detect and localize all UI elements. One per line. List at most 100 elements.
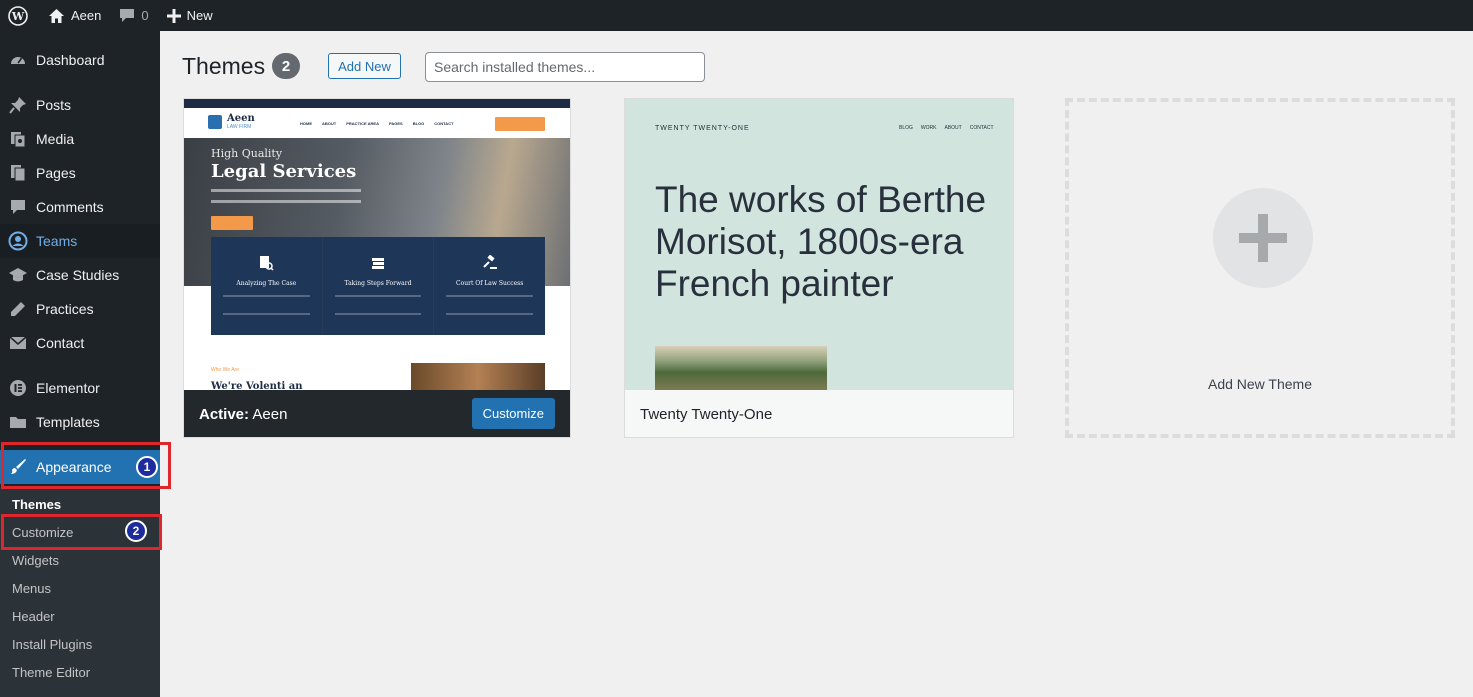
wordpress-logo-icon[interactable]: W [0,0,39,31]
preview-nav-link: BLOG [899,125,913,131]
sidebar-item-case-studies[interactable]: Case Studies [0,258,160,292]
add-new-theme-label: Add New Theme [1207,376,1312,392]
books-icon [372,258,384,269]
theme-card-twenty-twenty-one[interactable]: TWENTY TWENTY-ONE BLOG WORK ABOUT CONTAC… [624,98,1014,438]
preview-nav-link: WORK [920,125,937,131]
preview-service-text-lines [223,295,310,315]
preview-hero-text-lines [211,189,361,203]
new-label: New [186,8,213,23]
preview-nav: Aeen LAW FIRM HOME ABOUT PRACTICE AREA P… [184,108,570,138]
preview-logo-title: Aeen [227,113,255,124]
preview-service-boxes: Analyzing The Case Taking Steps Forward … [211,237,546,335]
graduation-cap-icon [0,266,36,284]
sidebar-item-contact[interactable]: Contact [0,326,160,360]
preview-service-title: Court Of Law Success [456,280,524,287]
sidebar-item-teams[interactable]: Teams [0,224,160,258]
theme-footer-aeen: Active: Aeen Customize [184,390,570,437]
add-new-button[interactable]: Add New [328,53,401,79]
sidebar-item-label: Contact [36,335,85,351]
theme-name-twenty-twenty-one: Twenty Twenty-One [640,406,773,423]
preview-nav-link: BLOG [412,121,425,126]
customize-button[interactable]: Customize [471,398,555,429]
preview-who-we-are: Who We Are [211,367,239,373]
site-name: Aeen [71,8,102,23]
preview-hero-big: Legal Services [211,161,357,182]
plus-icon [166,8,181,23]
elementor-icon [0,379,36,397]
comments-link[interactable]: 0 [110,0,157,31]
preview-we-are: We're Volenti an [211,381,303,390]
sidebar-item-comments[interactable]: Comments [0,190,160,224]
preview-service-text-lines [334,295,422,315]
sidebar-item-posts[interactable]: Posts [0,88,160,122]
submenu-item-widgets[interactable]: Widgets [12,547,59,575]
preview-headline: The works of Berthe Morisot, 1800s-era F… [655,179,987,304]
home-icon [48,8,65,24]
admin-bar: W Aeen 0 New [0,0,1473,31]
sidebar-item-dashboard[interactable]: Dashboard [0,43,160,77]
pushpin-icon [0,96,36,114]
step-badge-1: 1 [136,456,158,478]
theme-name-aeen: Active: Aeen [184,406,287,423]
sidebar-item-label: Elementor [36,380,100,396]
sidebar-item-label: Comments [36,199,104,215]
theme-count-badge: 2 [272,53,300,79]
theme-card-aeen[interactable]: Aeen LAW FIRM HOME ABOUT PRACTICE AREA P… [183,98,571,438]
new-content-link[interactable]: New [158,0,222,31]
active-prefix: Active: [199,406,250,423]
preview-service-box: Court Of Law Success [434,237,546,335]
preview-service-box: Analyzing The Case [211,237,322,335]
document-search-icon [260,256,274,271]
submenu-item-theme-editor[interactable]: Theme Editor [12,659,90,687]
preview-service-title: Taking Steps Forward [344,280,412,287]
preview-service-box: Taking Steps Forward [322,237,434,335]
pages-icon [0,164,36,182]
folder-icon [0,414,36,430]
sidebar-item-label: Templates [36,414,100,430]
sidebar-item-label: Pages [36,165,76,181]
logo-mark-icon [208,115,222,129]
sidebar-item-media[interactable]: Media [0,122,160,156]
theme-name-text: Aeen [252,406,288,423]
comment-bubble-icon [119,8,135,23]
preview-nav-links: HOME ABOUT PRACTICE AREA PAGES BLOG CONT… [300,121,454,126]
preview-nav-links: BLOG WORK ABOUT CONTACT [899,125,994,131]
admin-sidebar: Dashboard Posts Media Pages Comments Tea… [0,31,160,697]
submenu-item-menus[interactable]: Menus [12,575,51,603]
page-title: Themes [182,53,266,79]
preview-nav-link: PAGES [388,121,403,126]
preview-cta-button [495,117,545,131]
preview-nav-link: CONTACT [969,125,994,131]
add-theme-plus-icon [1213,188,1313,288]
preview-hero-button [211,216,253,230]
preview-hero-small: High Quality [211,147,283,160]
sidebar-item-label: Practices [36,301,94,317]
envelope-icon [0,335,36,351]
preview-nav-link: ABOUT [322,121,337,126]
submenu-item-install-plugins[interactable]: Install Plugins [12,631,92,659]
comments-count: 0 [141,8,149,23]
sidebar-item-label: Dashboard [36,52,105,68]
dashboard-icon [0,51,36,69]
sidebar-item-pages[interactable]: Pages [0,156,160,190]
add-new-theme-tile[interactable]: Add New Theme [1065,98,1455,438]
preview-service-title: Analyzing The Case [236,280,297,287]
theme-screenshot-twenty-twenty-one[interactable]: TWENTY TWENTY-ONE BLOG WORK ABOUT CONTAC… [625,99,1013,390]
sidebar-item-templates[interactable]: Templates [0,405,160,439]
sidebar-item-elementor[interactable]: Elementor [0,371,160,405]
theme-screenshot-aeen[interactable]: Aeen LAW FIRM HOME ABOUT PRACTICE AREA P… [184,99,570,390]
sidebar-item-label: Posts [36,97,72,113]
preview-painting-image [655,346,827,390]
step-badge-2: 2 [125,520,147,542]
sidebar-item-label: Media [36,131,75,147]
preview-nav-link: ABOUT [944,125,962,131]
submenu-item-header[interactable]: Header [12,603,55,631]
sidebar-item-practices[interactable]: Practices [0,292,160,326]
site-name-link[interactable]: Aeen [39,0,110,31]
search-themes-input[interactable] [425,52,705,82]
preview-person-photo [411,363,545,390]
preview-nav-link: CONTACT [434,121,454,126]
media-icon [0,130,36,148]
preview-logo: Aeen LAW FIRM [208,114,255,130]
sidebar-item-label: Case Studies [36,267,120,283]
